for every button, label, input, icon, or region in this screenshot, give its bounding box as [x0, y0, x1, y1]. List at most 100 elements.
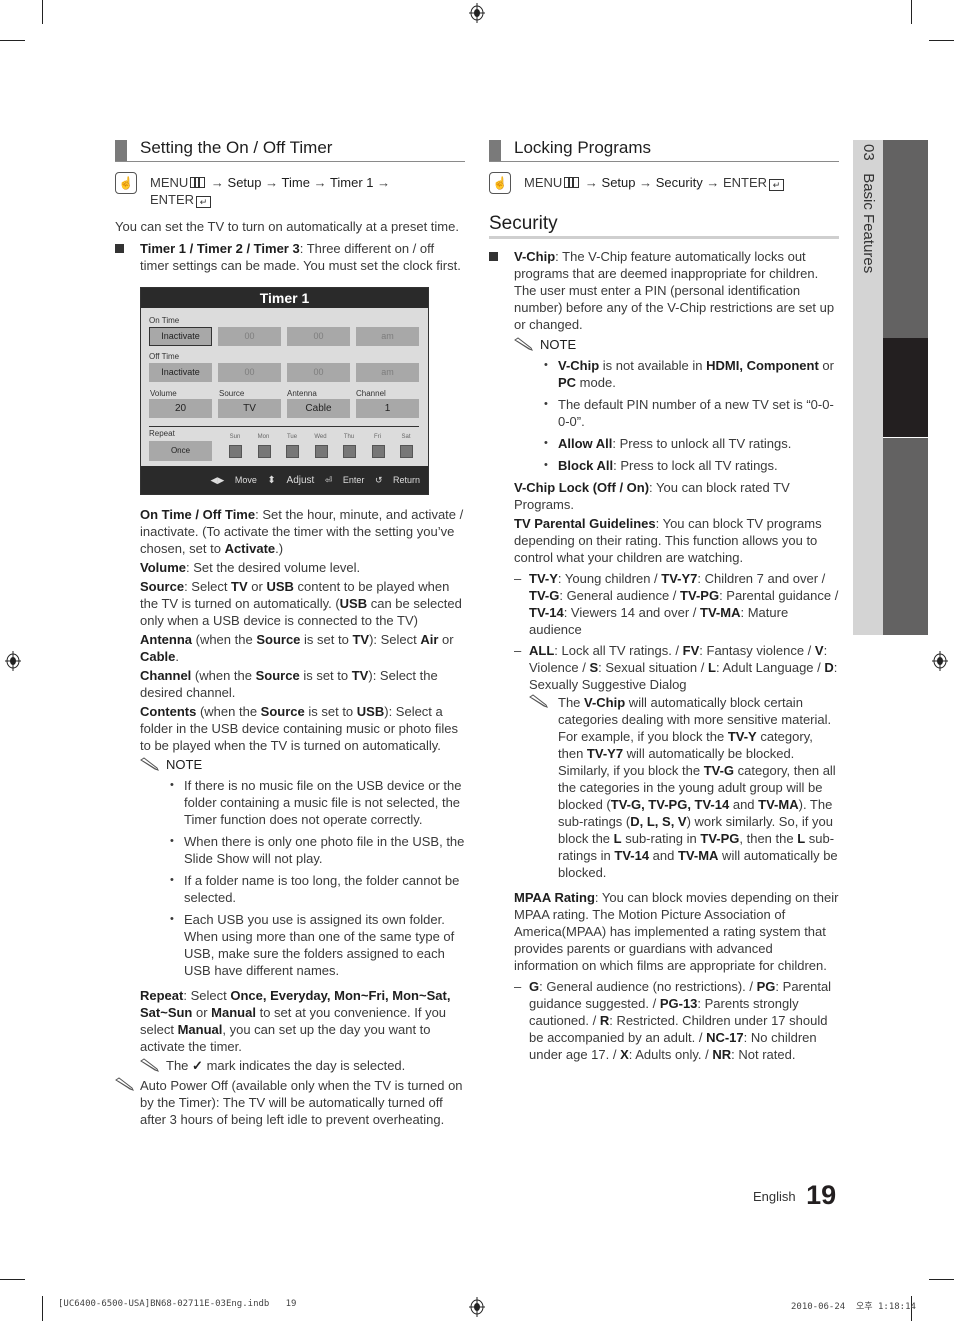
- day-checkbox-mon[interactable]: [257, 445, 271, 458]
- channel-field[interactable]: 1: [356, 399, 419, 418]
- volume-field[interactable]: 20: [149, 399, 212, 418]
- note-text: Auto Power Off (available only when the …: [140, 1078, 463, 1127]
- definition: (when the: [196, 704, 261, 719]
- arrow: →: [639, 175, 653, 190]
- on-time-minute-field[interactable]: 00: [287, 327, 350, 346]
- arrow: →: [210, 175, 224, 190]
- day-checkbox-sat[interactable]: [400, 445, 413, 458]
- definition: : Press to lock all TV ratings.: [613, 458, 778, 473]
- off-time-activate-field[interactable]: Inactivate: [149, 363, 212, 382]
- term: V-Chip: [514, 249, 556, 264]
- desc-channel: Channel (when the Source is set to TV): …: [140, 667, 466, 701]
- term: TV-Y: [727, 729, 757, 744]
- note-list: V-Chip is not available in HDMI, Compone…: [514, 357, 839, 474]
- source-label: Source: [219, 389, 245, 398]
- day-label: Mon: [257, 434, 270, 440]
- definition: : Select: [184, 579, 232, 594]
- off-time-label: Off Time: [149, 352, 180, 361]
- pencil-note-icon: [140, 1058, 159, 1072]
- crop-mark: [911, 0, 912, 24]
- definition: : Lock all TV ratings. /: [554, 643, 683, 658]
- arrow: →: [265, 175, 279, 190]
- right-column: Locking Programs ☝ MENU → Setup → Securi…: [489, 137, 839, 1067]
- definition: : Adults only. /: [628, 1047, 713, 1062]
- section-title: Locking Programs: [514, 138, 652, 157]
- on-time-ampm-field[interactable]: am: [356, 327, 419, 346]
- desc-volume: Volume: Set the desired volume level.: [140, 559, 466, 576]
- term: TV: [351, 668, 369, 683]
- day-checkbox-wed[interactable]: [314, 445, 328, 458]
- on-time-activate-field[interactable]: Inactivate: [149, 327, 212, 346]
- definition: .): [275, 541, 284, 556]
- term: Volume: [140, 560, 186, 575]
- pencil-note-icon: [514, 337, 533, 351]
- adjust-hint: ⬍ Adjust: [267, 475, 315, 486]
- mpaa-ratings-list: G: General audience (no restrictions). /…: [514, 978, 839, 1063]
- term: R: [599, 1013, 610, 1028]
- crop-mark: [929, 1279, 954, 1280]
- note-item: If a folder name is too long, the folder…: [170, 872, 466, 906]
- enter-label: ENTER: [150, 192, 195, 207]
- page-footer: English 19: [753, 1180, 836, 1211]
- definition: : Children 7 and over /: [697, 571, 826, 586]
- definition: and: [649, 848, 678, 863]
- menu-security: Security: [655, 175, 703, 190]
- repeat-label: Repeat: [149, 429, 175, 438]
- off-time-minute-field[interactable]: 00: [287, 363, 350, 382]
- term: Timer 1 / Timer 2 / Timer 3: [140, 241, 300, 256]
- day-checkbox-sun[interactable]: [229, 445, 242, 458]
- checkmark-icon: ✓: [192, 1058, 203, 1073]
- term: TV-MA: [677, 848, 719, 863]
- definition: or: [438, 632, 454, 647]
- definition: : Select: [183, 988, 231, 1003]
- term: PG-13: [659, 996, 698, 1011]
- term: Manual: [211, 1005, 256, 1020]
- definition: ): Select: [369, 632, 421, 647]
- term: Source: [255, 668, 300, 683]
- off-time-ampm-field[interactable]: am: [356, 363, 419, 382]
- term: TV-G: [529, 588, 560, 603]
- term: D, L, S, V: [630, 814, 687, 829]
- term: Source: [260, 704, 305, 719]
- term: TV: [352, 632, 370, 647]
- page-number: 19: [806, 1180, 837, 1210]
- definition: or: [192, 1005, 212, 1020]
- heading-bar: [115, 140, 127, 161]
- menu-label: MENU: [524, 175, 563, 190]
- definition: : Set the desired volume level.: [186, 560, 361, 575]
- print-slug-timestamp: 2010-06-24 오후 1:18:14: [791, 1299, 916, 1312]
- desc-contents: Contents (when the Source is set to USB)…: [140, 703, 466, 754]
- term: Allow All: [558, 436, 613, 451]
- definition: The: [558, 695, 585, 710]
- note-text: mark indicates the day is selected.: [206, 1058, 406, 1073]
- term: Manual: [177, 1022, 223, 1037]
- term: On Time / Off Time: [140, 507, 256, 522]
- definition: : Adult Language /: [715, 660, 825, 675]
- term: TV-G: [703, 763, 735, 778]
- pencil-note-icon: [140, 757, 159, 771]
- term: L: [797, 831, 806, 846]
- repeat-field[interactable]: Once: [149, 441, 212, 461]
- on-time-hour-field[interactable]: 00: [218, 327, 281, 346]
- menu-setup: Setup: [601, 175, 636, 190]
- note-label: NOTE: [166, 757, 203, 772]
- crop-mark: [42, 0, 43, 24]
- off-time-hour-field[interactable]: 00: [218, 363, 281, 382]
- day-checkbox-fri[interactable]: [371, 445, 385, 458]
- day-checkbox-thu[interactable]: [343, 445, 356, 458]
- timer-title: Timer 1: [141, 288, 428, 308]
- enter-icon: ↵: [769, 179, 785, 191]
- bullet-square-icon: [115, 244, 124, 253]
- term: TV-14: [614, 848, 650, 863]
- term: TV-G, TV-PG, TV-14: [610, 797, 730, 812]
- check-note: The ✓ mark indicates the day is selected…: [140, 1057, 466, 1074]
- note-text: The: [166, 1058, 189, 1073]
- source-field[interactable]: TV: [218, 399, 281, 418]
- note-item: Allow All: Press to unlock all TV rating…: [544, 435, 839, 452]
- term: NC-17: [706, 1030, 744, 1045]
- menu-path: ☝ MENU → Setup → Security → ENTER ↵: [489, 172, 839, 194]
- day-checkbox-tue[interactable]: [286, 445, 299, 458]
- enter-label: Enter: [342, 475, 365, 485]
- antenna-field[interactable]: Cable: [287, 399, 350, 418]
- term: TV Parental Guidelines: [514, 516, 656, 531]
